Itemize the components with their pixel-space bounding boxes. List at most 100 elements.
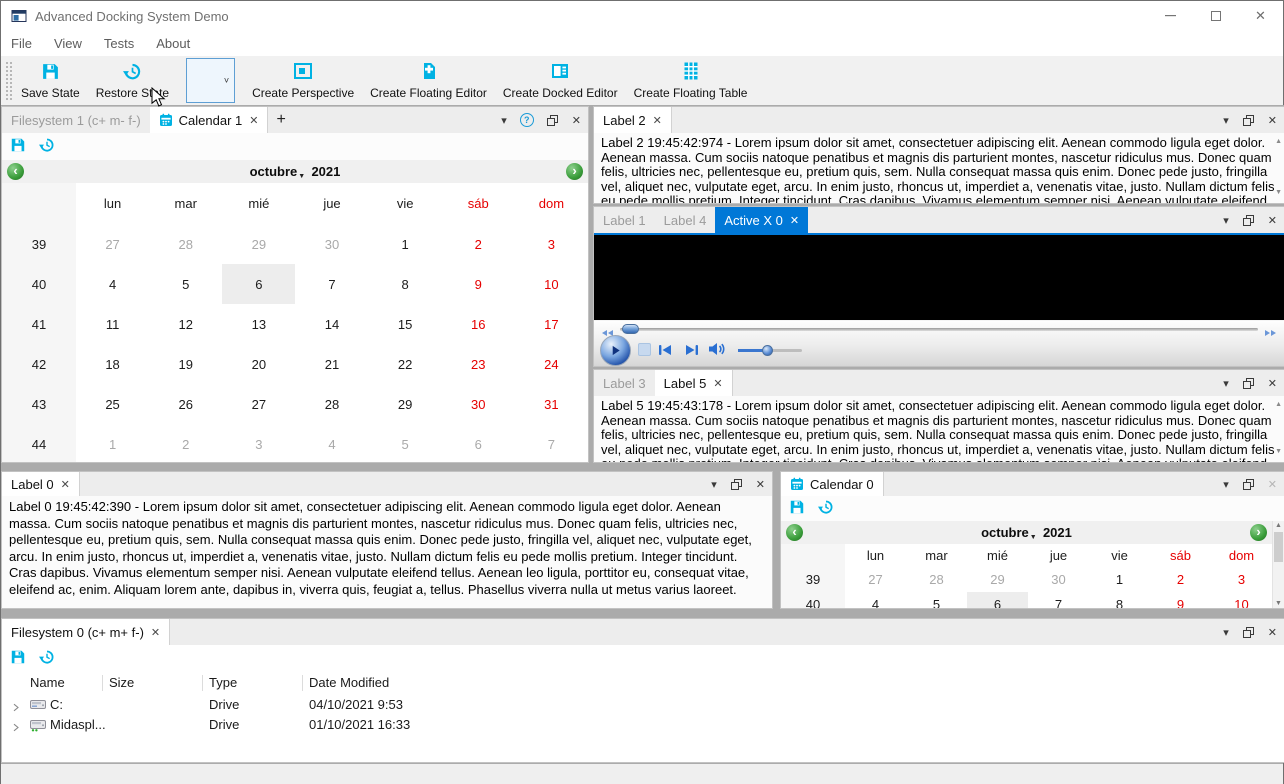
calendar-day-cell[interactable]: 10 (1211, 592, 1272, 608)
next-button[interactable] (684, 344, 699, 359)
column-separator[interactable] (302, 675, 303, 691)
close-tab-icon[interactable]: ✕ (713, 377, 722, 390)
close-tab-icon[interactable]: ✕ (653, 114, 662, 127)
tab-label-4[interactable]: Label 4 (655, 207, 716, 233)
calendar-day-cell[interactable]: 23 (442, 344, 515, 384)
table-row[interactable]: C: Drive 04/10/2021 9:53 (2, 695, 1284, 715)
calendar-day-cell[interactable]: 29 (967, 567, 1028, 592)
calendar-day-cell[interactable]: 12 (149, 304, 222, 344)
calendar-day-cell[interactable]: 24 (515, 344, 588, 384)
play-button[interactable] (600, 335, 631, 366)
column-header-name[interactable]: Name (30, 675, 65, 690)
calendar-day-cell[interactable]: 6 (442, 424, 515, 462)
month-year-label[interactable]: octubre▼ 2021 (803, 525, 1250, 541)
calendar-day-cell[interactable]: 1 (1089, 567, 1150, 592)
calendar-day-cell[interactable]: 8 (1089, 592, 1150, 608)
calendar-day-cell[interactable]: 14 (295, 304, 368, 344)
volume-icon[interactable] (708, 342, 728, 359)
calendar-day-cell[interactable]: 5 (149, 264, 222, 304)
calendar-day-cell[interactable]: 28 (149, 224, 222, 264)
tab-label-3[interactable]: Label 3 (594, 370, 655, 396)
scroll-down-icon[interactable]: ▼ (1275, 445, 1282, 460)
close-window-button[interactable]: ✕ (1238, 1, 1283, 31)
float-icon[interactable] (1242, 619, 1254, 645)
menu-file[interactable]: File (11, 36, 32, 51)
previous-button[interactable] (658, 344, 673, 359)
tab-calendar-1[interactable]: Calendar 1 ✕ (149, 107, 269, 133)
seek-thumb[interactable] (622, 324, 639, 334)
create-floating-editor-button[interactable]: Create Floating Editor (362, 56, 495, 105)
calendar-day-cell[interactable]: 4 (76, 264, 149, 304)
calendar-day-cell[interactable]: 28 (295, 384, 368, 424)
help-icon[interactable]: ? (519, 113, 534, 127)
close-panel-icon[interactable]: ✕ (756, 472, 765, 496)
calendar-day-cell[interactable]: 29 (369, 384, 442, 424)
tab-calendar-0[interactable]: Calendar 0 (781, 472, 884, 496)
scroll-up-icon[interactable]: ▲ (1275, 522, 1282, 529)
calendar-day-cell[interactable]: 10 (515, 264, 588, 304)
column-header-type[interactable]: Type (209, 675, 237, 690)
scrollbar-thumb[interactable] (1274, 532, 1283, 562)
maximize-button[interactable] (1193, 1, 1238, 31)
calendar-day-cell[interactable]: 13 (222, 304, 295, 344)
menu-tests[interactable]: Tests (104, 36, 134, 51)
calendar-day-cell[interactable]: 7 (1028, 592, 1089, 608)
tab-menu-icon[interactable]: ▾ (1223, 207, 1229, 233)
close-tab-icon[interactable]: ✕ (151, 626, 160, 639)
expander-icon[interactable] (12, 700, 20, 715)
column-header-date-modified[interactable]: Date Modified (309, 675, 389, 690)
tab-menu-icon[interactable]: ▾ (501, 107, 507, 133)
calendar-day-cell[interactable]: 30 (295, 224, 368, 264)
float-icon[interactable] (730, 472, 742, 496)
calendar-day-cell[interactable]: 27 (76, 224, 149, 264)
create-floating-table-button[interactable]: Create Floating Table (626, 56, 756, 105)
seek-forward-icon[interactable] (1264, 325, 1277, 340)
calendar-day-cell[interactable]: 27 (222, 384, 295, 424)
calendar-day-cell[interactable]: 19 (149, 344, 222, 384)
prev-month-button[interactable]: ‹ (786, 524, 803, 541)
scroll-up-icon[interactable]: ▲ (1275, 135, 1282, 150)
tab-menu-icon[interactable]: ▾ (1223, 107, 1229, 133)
calendar-day-cell[interactable]: 15 (369, 304, 442, 344)
restore-icon[interactable] (39, 137, 55, 156)
close-panel-icon[interactable]: ✕ (1268, 107, 1277, 133)
tab-menu-icon[interactable]: ▾ (1223, 472, 1229, 496)
tab-filesystem-1[interactable]: Filesystem 1 (c+ m- f-) (2, 107, 150, 133)
tab-label-1[interactable]: Label 1 (594, 207, 655, 233)
add-tab-button[interactable]: + (268, 107, 293, 133)
video-area[interactable] (594, 235, 1284, 320)
minimize-button[interactable] (1148, 1, 1193, 31)
volume-slider[interactable] (738, 345, 802, 356)
calendar-day-cell[interactable]: 7 (515, 424, 588, 462)
calendar-day-cell[interactable]: 27 (845, 567, 906, 592)
calendar-day-cell[interactable]: 9 (442, 264, 515, 304)
float-icon[interactable] (1242, 370, 1254, 396)
save-icon[interactable] (10, 137, 26, 156)
toolbar-drag-handle[interactable] (4, 60, 13, 101)
menu-about[interactable]: About (156, 36, 190, 51)
tab-filesystem-0[interactable]: Filesystem 0 (c+ m+ f-) ✕ (2, 619, 171, 645)
calendar-day-cell[interactable]: 29 (222, 224, 295, 264)
calendar-day-cell[interactable]: 30 (442, 384, 515, 424)
seek-slider[interactable] (620, 324, 1258, 334)
close-panel-icon[interactable]: ✕ (572, 107, 581, 133)
calendar-day-cell[interactable]: 21 (295, 344, 368, 384)
tab-label-0[interactable]: Label 0 ✕ (2, 472, 80, 496)
tab-label-2[interactable]: Label 2 ✕ (594, 107, 672, 133)
close-tab-icon[interactable]: ✕ (61, 478, 70, 491)
close-tab-icon[interactable]: ✕ (790, 214, 799, 227)
close-panel-icon[interactable]: ✕ (1268, 370, 1277, 396)
close-panel-icon[interactable]: ✕ (1268, 207, 1277, 233)
create-docked-editor-button[interactable]: Create Docked Editor (495, 56, 626, 105)
calendar-day-cell[interactable]: 3 (1211, 567, 1272, 592)
tab-menu-icon[interactable]: ▾ (711, 472, 717, 496)
calendar-day-cell[interactable]: 9 (1150, 592, 1211, 608)
tab-menu-icon[interactable]: ▾ (1223, 619, 1229, 645)
calendar-day-cell[interactable]: 18 (76, 344, 149, 384)
prev-month-button[interactable]: ‹ (7, 163, 24, 180)
next-month-button[interactable]: › (1250, 524, 1267, 541)
scroll-down-icon[interactable]: ▼ (1275, 186, 1282, 201)
calendar-day-cell[interactable]: 5 (369, 424, 442, 462)
calendar-day-cell[interactable]: 3 (515, 224, 588, 264)
calendar-day-cell[interactable]: 7 (295, 264, 368, 304)
